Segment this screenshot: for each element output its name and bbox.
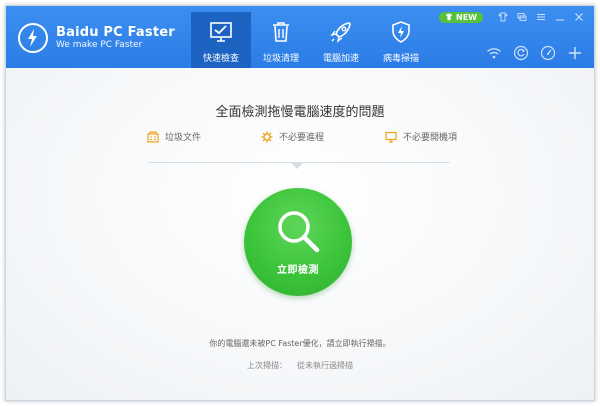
monitor-icon [385,131,397,143]
last-scan-info: 上次掃描： 從未執行過掃描 [6,360,594,371]
tab-label: 電腦加速 [322,54,359,64]
refresh-icon [513,45,529,61]
menu-button[interactable] [534,11,548,23]
window-controls: NEW [439,11,586,23]
chat-icon [517,13,527,21]
minimize-icon [556,19,564,21]
category-processes: 不必要進程 [261,130,324,143]
header: Baidu PC Faster We make PC Faster 快速檢查 垃… [6,6,594,68]
plus-icon [569,47,581,59]
gear-icon [261,131,273,142]
tab-virus-scan[interactable]: 病毒掃描 [371,12,431,68]
brand: Baidu PC Faster We make PC Faster [18,20,175,56]
category-label: 不必要開機項 [403,133,458,143]
update-button[interactable] [512,44,530,62]
close-button[interactable] [572,11,586,23]
new-badge-label: NEW [456,12,477,22]
page-title: 全面檢測拖慢電腦速度的問題 [215,105,385,120]
last-scan-value: 從未執行過掃描 [297,361,353,370]
category-junk-files: 垃圾文件 [147,130,201,143]
magnifier-icon [278,211,320,253]
main-panel: 全面檢測拖慢電腦速度的問題 垃圾文件 不必要進程 不必要開機項 立即檢測 你的電… [6,68,594,400]
status-text: 你的電腦還未被PC Faster優化，請立即執行掃描。 [209,339,391,348]
monitor-check-icon [210,22,232,42]
app-title: Baidu PC Faster [56,24,175,40]
skin-button[interactable] [496,11,510,23]
tab-pc-boost[interactable]: 電腦加速 [311,12,371,68]
wifi-icon [487,48,501,59]
scan-categories: 垃圾文件 不必要進程 不必要開機項 [6,130,594,146]
scan-now-button[interactable]: 立即檢測 [244,188,352,296]
minimize-button[interactable] [553,11,567,23]
scan-now-label: 立即檢測 [277,265,319,276]
new-badge[interactable]: NEW [439,11,483,23]
speedometer-icon [540,45,556,61]
toolbar [476,44,584,62]
app-subtitle: We make PC Faster [56,40,143,51]
tab-label: 病毒掃描 [382,54,419,64]
rocket-icon [330,22,351,43]
tab-quick-check[interactable]: 快速檢查 [191,12,251,68]
main-nav: 快速檢查 垃圾清理 電腦加速 病毒掃描 [191,12,431,68]
speed-button[interactable] [539,44,557,62]
shirt-icon [445,13,453,21]
tab-label: 垃圾清理 [262,54,299,64]
lightning-logo-icon [18,23,48,53]
tab-label: 快速檢查 [202,54,239,64]
last-scan-label: 上次掃描： [247,361,287,370]
trash-icon [273,22,289,42]
category-startup-items: 不必要開機項 [385,130,457,143]
shirt-icon [498,12,508,22]
category-label: 垃圾文件 [165,133,202,143]
app-window: Baidu PC Faster We make PC Faster 快速檢查 垃… [5,5,595,401]
add-button[interactable] [566,44,584,62]
menu-icon [537,14,545,20]
divider-notch [291,163,303,169]
building-icon [147,130,159,143]
shield-lightning-icon [392,21,410,43]
close-icon [575,13,583,21]
tab-junk-clean[interactable]: 垃圾清理 [251,12,311,68]
category-label: 不必要進程 [279,133,325,143]
feedback-button[interactable] [515,11,529,23]
network-button[interactable] [485,44,503,62]
